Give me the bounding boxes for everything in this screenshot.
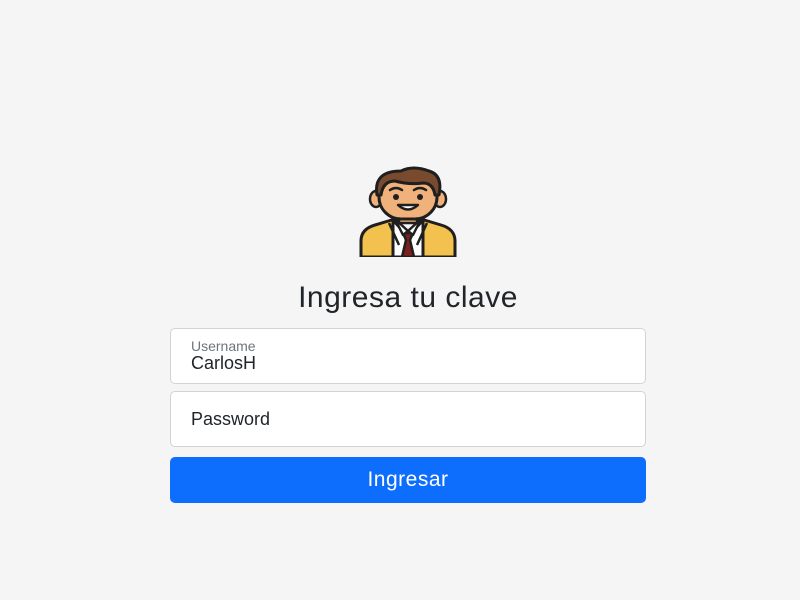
- username-field[interactable]: Username CarlosH: [170, 328, 646, 384]
- username-value[interactable]: CarlosH: [191, 353, 256, 374]
- page-title: Ingresa tu clave: [298, 281, 518, 314]
- businessman-avatar-icon: [359, 166, 457, 257]
- password-field[interactable]: Password: [170, 391, 646, 447]
- password-placeholder: Password: [191, 409, 271, 429]
- login-form: Ingresa tu clave Username CarlosH Passwo…: [170, 165, 646, 503]
- username-label: Username: [191, 338, 256, 354]
- login-button[interactable]: Ingresar: [170, 457, 646, 503]
